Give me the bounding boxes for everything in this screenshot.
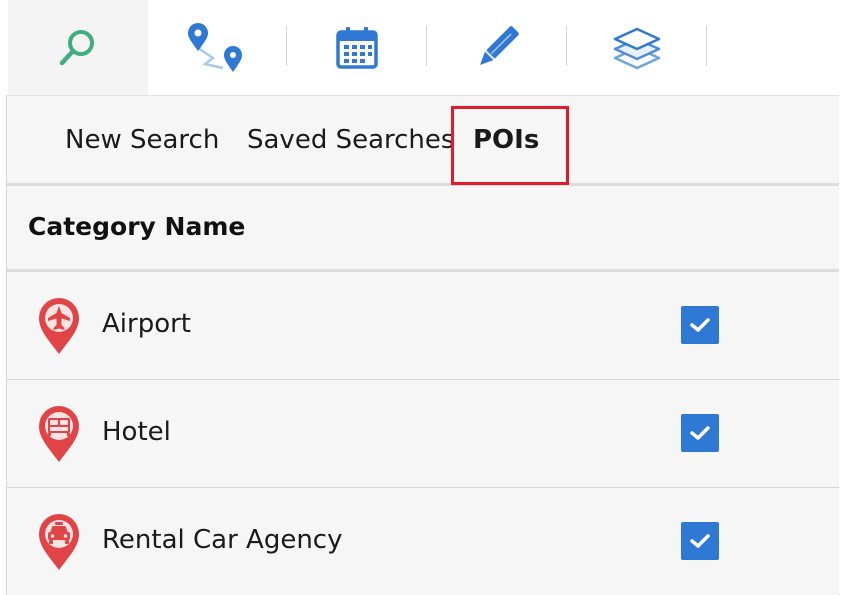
pencil-icon bbox=[480, 25, 519, 65]
airplane-icon bbox=[39, 298, 79, 354]
layers-tool-button[interactable] bbox=[568, 0, 706, 95]
top-toolbar bbox=[0, 0, 848, 95]
layers-icon bbox=[613, 27, 661, 69]
calendar-icon bbox=[336, 26, 378, 69]
map-edge bbox=[839, 95, 848, 594]
toolbar-separator bbox=[566, 26, 567, 66]
row-label: Hotel bbox=[102, 417, 171, 447]
table-row: Rental Car Agency bbox=[7, 488, 839, 595]
checkmark-icon bbox=[690, 426, 710, 440]
checkmark-icon bbox=[690, 318, 710, 332]
checkmark-icon bbox=[690, 534, 710, 548]
toolbar-separator bbox=[706, 26, 707, 66]
highlight-box bbox=[451, 106, 569, 185]
route-icon bbox=[188, 22, 242, 72]
row-label: Rental Car Agency bbox=[102, 525, 343, 555]
row-checkbox[interactable] bbox=[681, 306, 719, 344]
search-panel: New Search Saved Searches POIs Category … bbox=[6, 95, 840, 595]
tab-new-search[interactable]: New Search bbox=[65, 123, 219, 157]
panel-tabs: New Search Saved Searches POIs bbox=[7, 96, 839, 186]
calendar-tool-button[interactable] bbox=[288, 0, 426, 95]
toolbar-separator bbox=[286, 26, 287, 66]
table-row: Airport bbox=[7, 272, 839, 380]
row-checkbox[interactable] bbox=[681, 522, 719, 560]
car-icon bbox=[39, 514, 79, 570]
route-tool-button[interactable] bbox=[148, 0, 288, 95]
row-label: Airport bbox=[102, 309, 191, 339]
column-header-category-name: Category Name bbox=[28, 212, 246, 241]
bed-icon bbox=[39, 406, 79, 462]
table-header: Category Name bbox=[7, 186, 839, 272]
search-tool-button[interactable] bbox=[8, 0, 148, 95]
draw-tool-button[interactable] bbox=[428, 0, 566, 95]
tab-saved-searches[interactable]: Saved Searches bbox=[247, 123, 454, 157]
row-checkbox[interactable] bbox=[681, 414, 719, 452]
toolbar-separator bbox=[426, 26, 427, 66]
search-icon bbox=[59, 29, 94, 65]
table-row: Hotel bbox=[7, 380, 839, 488]
